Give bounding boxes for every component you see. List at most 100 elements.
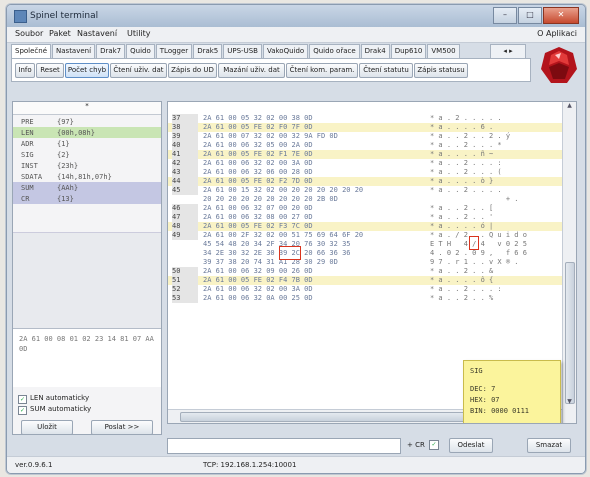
scroll-up-icon[interactable]: ▲ bbox=[563, 102, 576, 112]
field-name: SUM bbox=[21, 184, 34, 192]
menu-soubor[interactable]: Soubor bbox=[15, 29, 43, 38]
log-row[interactable]: 47 2A 61 00 06 32 08 00 27 0D * a . . 2 . … bbox=[168, 213, 562, 222]
log-hex-bytes: 2A 61 00 05 FE 02 F2 7D 0D bbox=[203, 177, 313, 185]
field-name: LEN bbox=[21, 129, 34, 137]
info-button[interactable]: Info bbox=[15, 63, 35, 78]
field-row-adr[interactable]: ADR {1} bbox=[13, 138, 161, 149]
field-value: {00h,08h} bbox=[57, 129, 95, 137]
erase-user-data-button[interactable]: Mazání uživ. dat bbox=[218, 63, 285, 78]
save-button[interactable]: Uložit bbox=[21, 420, 73, 435]
cr-checkbox[interactable]: ✓ bbox=[429, 440, 439, 450]
tab-scroll-arrows[interactable]: ◂ ▸ bbox=[490, 44, 526, 59]
send-button[interactable]: Odeslat bbox=[449, 438, 493, 453]
menu-bar: Soubor Paket Nastavení Utility O Aplikac… bbox=[7, 27, 585, 43]
write-ud-button[interactable]: Zápis do UD bbox=[168, 63, 217, 78]
log-ascii: * a . . 2 . . . ( bbox=[430, 168, 502, 176]
read-comm-params-button[interactable]: Čtení kom. param. bbox=[286, 63, 358, 78]
log-row[interactable]: 46 2A 61 00 06 32 07 00 20 0D * a . . 2 . … bbox=[168, 204, 562, 213]
tab-spolecne[interactable]: Společné bbox=[11, 44, 52, 59]
read-status-button[interactable]: Čtení statutu bbox=[359, 63, 413, 78]
read-user-data-button[interactable]: Čtení uživ. dat bbox=[110, 63, 167, 78]
tab-nastaveni[interactable]: Nastavení bbox=[52, 44, 96, 58]
log-hex-bytes: 2A 61 00 06 32 06 00 28 0D bbox=[203, 168, 313, 176]
log-line-number: 45 bbox=[172, 186, 198, 195]
close-button[interactable]: ✕ bbox=[543, 7, 579, 24]
reset-button[interactable]: Reset bbox=[36, 63, 64, 78]
field-value: {13} bbox=[57, 195, 74, 203]
field-row-sig[interactable]: SIG {2} bbox=[13, 149, 161, 160]
len-auto-checkbox[interactable]: ✓ LEN automaticky bbox=[18, 394, 89, 404]
field-row-sum[interactable]: SUM {AAh} bbox=[13, 182, 161, 193]
log-hex-bytes: 20 20 20 20 20 20 20 20 20 2B 0D bbox=[203, 195, 338, 203]
packet-hex-text: 2A 61 00 08 01 02 23 14 81 07 AA 0D bbox=[19, 335, 154, 353]
log-row[interactable]: 44 2A 61 00 05 FE 02 F2 7D 0D * a . . . . … bbox=[168, 177, 562, 186]
write-status-button[interactable]: Zápis statusu bbox=[414, 63, 468, 78]
app-window: Spinel terminal – □ ✕ Soubor Paket Nasta… bbox=[6, 4, 586, 474]
log-row[interactable]: 34 2E 30 32 2E 30 39 2C 20 66 36 36 4 . 0… bbox=[168, 249, 562, 258]
log-ascii: * a . . 2 . . % bbox=[430, 294, 494, 302]
scroll-down-icon[interactable]: ▼ bbox=[563, 398, 576, 408]
field-name: ADR bbox=[21, 140, 34, 148]
log-row[interactable]: 45 2A 61 00 15 32 02 00 20 20 20 20 20 20… bbox=[168, 186, 562, 195]
log-row[interactable]: 45 54 48 20 34 2F 34 20 76 30 32 35 E T H… bbox=[168, 240, 562, 249]
field-name: SIG bbox=[21, 151, 34, 159]
log-hex-bytes: 2A 61 00 06 32 02 00 3A 0D bbox=[203, 285, 313, 293]
log-hex-bytes: 2A 61 00 2F 32 02 00 51 75 69 64 6F 20 bbox=[203, 231, 364, 239]
tab-quido-orace[interactable]: Quido ořace bbox=[309, 44, 360, 58]
menu-about[interactable]: O Aplikaci bbox=[537, 29, 577, 38]
log-row[interactable]: 39 37 38 20 74 31 A1 28 30 29 0D 9 7 . r … bbox=[168, 258, 562, 267]
tab-vm500[interactable]: VM500 bbox=[427, 44, 460, 58]
log-row[interactable]: 48 2A 61 00 05 FE 02 F3 7C 0D * a . . . . … bbox=[168, 222, 562, 231]
log-row[interactable]: 53 2A 61 00 06 32 0A 00 25 0D * a . . 2 . … bbox=[168, 294, 562, 303]
tab-drak4[interactable]: Drak4 bbox=[360, 44, 390, 58]
log-row[interactable]: 43 2A 61 00 06 32 06 00 28 0D * a . . 2 . … bbox=[168, 168, 562, 177]
log-scroll-thumb[interactable] bbox=[565, 262, 575, 404]
tab-drak5[interactable]: Drak5 bbox=[193, 44, 223, 58]
log-row[interactable]: 52 2A 61 00 06 32 02 00 3A 0D * a . . 2 . … bbox=[168, 285, 562, 294]
tab-tlogger[interactable]: TLogger bbox=[155, 44, 193, 58]
packet-hex-box[interactable]: 2A 61 00 08 01 02 23 14 81 07 AA 0D bbox=[13, 328, 161, 387]
menu-utility[interactable]: Utility bbox=[127, 29, 151, 38]
minimize-button[interactable]: – bbox=[493, 7, 517, 24]
log-hex-bytes: 2A 61 00 06 32 02 00 3A 0D bbox=[203, 159, 313, 167]
field-row-cr[interactable]: CR {13} bbox=[13, 193, 161, 204]
selected-byte-hex bbox=[279, 246, 301, 260]
log-hex-bytes: 2A 61 00 06 32 05 00 2A 0D bbox=[203, 141, 313, 149]
log-row[interactable]: 49 2A 61 00 2F 32 02 00 51 75 69 64 6F 20… bbox=[168, 231, 562, 240]
log-line-number: 40 bbox=[172, 141, 198, 150]
menu-nastaveni[interactable]: Nastavení bbox=[77, 29, 117, 38]
send-packet-button[interactable]: Poslat >> bbox=[91, 420, 153, 435]
log-row[interactable]: 39 2A 61 00 07 32 02 00 32 9A FD 0D * a . … bbox=[168, 132, 562, 141]
error-count-button[interactable]: Počet chyb bbox=[65, 63, 109, 78]
field-name: INST bbox=[21, 162, 38, 170]
log-row[interactable]: 50 2A 61 00 06 32 09 00 26 0D * a . . 2 . … bbox=[168, 267, 562, 276]
tab-drak7[interactable]: Drak7 bbox=[96, 44, 126, 58]
log-row[interactable]: 38 2A 61 00 05 FE 02 F0 7F 0D * a . . . . … bbox=[168, 123, 562, 132]
communication-log[interactable]: 37 2A 61 00 05 32 02 00 38 0D * a . 2 . . … bbox=[167, 101, 577, 424]
tab-dup610[interactable]: Dup610 bbox=[390, 44, 427, 58]
tab-quido[interactable]: Quido bbox=[126, 44, 155, 58]
fields-header: * bbox=[13, 102, 161, 115]
log-row[interactable]: 37 2A 61 00 05 32 02 00 38 0D * a . 2 . . … bbox=[168, 114, 562, 123]
log-row[interactable]: 42 2A 61 00 06 32 02 00 3A 0D * a . . 2 . … bbox=[168, 159, 562, 168]
log-vertical-scrollbar[interactable]: ▲ ▼ bbox=[562, 102, 576, 423]
tab-vakoquido[interactable]: VakoQuido bbox=[262, 44, 309, 58]
log-row[interactable]: 40 2A 61 00 06 32 05 00 2A 0D * a . . 2 . … bbox=[168, 141, 562, 150]
tab-ups-usb[interactable]: UPS-USB bbox=[223, 44, 262, 58]
command-input[interactable] bbox=[167, 438, 401, 454]
field-row-inst[interactable]: INST {23h} bbox=[13, 160, 161, 171]
log-ascii: * a . . . . 6 . bbox=[430, 123, 494, 131]
log-row[interactable]: 51 2A 61 00 05 FE 02 F4 7B 0D * a . . . . … bbox=[168, 276, 562, 285]
log-row[interactable]: 20 20 20 20 20 20 20 20 20 2B 0D + . bbox=[168, 195, 562, 204]
packet-editor-panel: * PRE {97} LEN {00h,08h} ADR {1} SIG {2} INST {23… bbox=[12, 101, 162, 435]
clear-button[interactable]: Smazat bbox=[527, 438, 571, 453]
field-row-pre[interactable]: PRE {97} bbox=[13, 116, 161, 127]
menu-paket[interactable]: Paket bbox=[49, 29, 71, 38]
field-row-len[interactable]: LEN {00h,08h} bbox=[13, 127, 161, 138]
log-ascii: 9 7 . r 1 . . v X ® . bbox=[430, 258, 519, 266]
log-ascii: * a . 2 . . . . . bbox=[430, 114, 502, 122]
maximize-button[interactable]: □ bbox=[518, 7, 542, 24]
field-row-sdata[interactable]: SDATA {14h,81h,07h} bbox=[13, 171, 161, 182]
sum-auto-checkbox[interactable]: ✓ SUM automaticky bbox=[18, 405, 91, 415]
log-row[interactable]: 41 2A 61 00 05 FE 02 F1 7E 0D * a . . . . … bbox=[168, 150, 562, 159]
